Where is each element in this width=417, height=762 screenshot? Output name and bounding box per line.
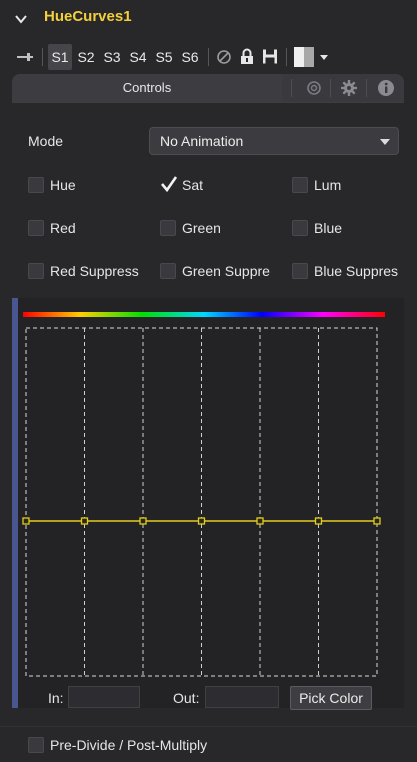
checkbox-box: [28, 177, 44, 193]
curve-point[interactable]: [80, 517, 89, 525]
slot-s1-button[interactable]: S1: [48, 44, 72, 70]
green-checkbox-label: Green: [182, 220, 221, 236]
pre-divide-checkbox-label: Pre-Divide / Post-Multiply: [50, 737, 208, 753]
tool-title: HueCurves1: [44, 8, 132, 25]
curve-point[interactable]: [314, 517, 323, 525]
blue-checkbox-label: Blue: [314, 220, 343, 236]
lock-icon[interactable]: [240, 48, 254, 65]
mode-select[interactable]: No Animation: [149, 127, 399, 155]
tab-bar: Controls: [12, 74, 404, 102]
checkmark-icon: [161, 176, 178, 193]
checkbox-box: [28, 263, 44, 279]
checkbox-box: [160, 220, 176, 236]
slot-s6-button[interactable]: S6: [178, 44, 202, 70]
tab-underline: [12, 102, 404, 103]
curve-point[interactable]: [22, 517, 30, 525]
save-icon[interactable]: [262, 48, 278, 65]
checkbox-box: [292, 263, 308, 279]
slot-s2-button[interactable]: S2: [74, 44, 98, 70]
gear-icon[interactable]: [339, 78, 359, 98]
checkbox-box: [292, 220, 308, 236]
mode-selected-value: No Animation: [160, 133, 244, 149]
dropdown-arrow-icon: [380, 139, 390, 145]
toolbar: S1 S2 S3 S4 S5 S6: [0, 44, 417, 72]
green-suppress-checkbox-label: Green Suppre: [182, 263, 270, 279]
out-label: Out:: [173, 690, 200, 706]
checkbox-box: [292, 177, 308, 193]
pick-color-button[interactable]: Pick Color: [290, 686, 372, 710]
red-suppress-checkbox-label: Red Suppress: [50, 263, 139, 279]
out-field[interactable]: [205, 686, 279, 708]
slot-s4-button[interactable]: S4: [126, 44, 150, 70]
blue-suppress-checkbox-label: Blue Suppres: [314, 263, 399, 279]
curve-point[interactable]: [256, 517, 264, 525]
pin-icon[interactable]: [16, 50, 34, 64]
hue-curve[interactable]: [22, 517, 381, 525]
slot-s3-button[interactable]: S3: [100, 44, 124, 70]
in-field[interactable]: [68, 686, 140, 708]
chevron-down-icon[interactable]: [14, 12, 28, 26]
checkbox-box: [28, 737, 44, 753]
editor-accent-bar: [12, 298, 18, 708]
color-swatch-menu-icon[interactable]: [294, 47, 330, 67]
tool-header: HueCurves1: [0, 0, 417, 40]
checkbox-box: [28, 220, 44, 236]
divider: [0, 726, 417, 727]
disable-icon[interactable]: [216, 49, 232, 65]
tab-controls[interactable]: Controls: [12, 74, 282, 102]
red-checkbox-label: Red: [50, 220, 76, 236]
mode-label: Mode: [28, 133, 64, 149]
curve-graph[interactable]: [20, 308, 390, 680]
sat-checkbox-label: Sat: [182, 177, 204, 193]
curve-point[interactable]: [197, 517, 206, 525]
in-label: In:: [48, 690, 64, 706]
info-icon[interactable]: [376, 78, 396, 98]
modifiers-tab-icon[interactable]: [304, 78, 324, 98]
slot-s5-button[interactable]: S5: [152, 44, 176, 70]
curve-point[interactable]: [373, 517, 381, 525]
curve-point[interactable]: [139, 517, 147, 525]
hue-spectrum-bar: [23, 312, 385, 317]
lum-checkbox-label: Lum: [314, 177, 342, 193]
graph-grid: [25, 327, 378, 677]
hue-checkbox-label: Hue: [50, 177, 76, 193]
checkbox-box: [160, 263, 176, 279]
